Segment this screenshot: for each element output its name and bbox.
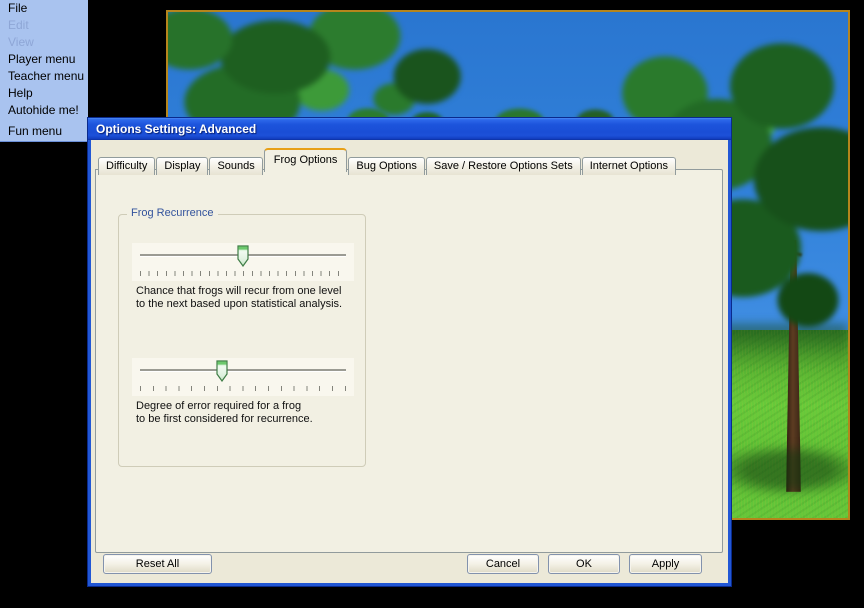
- menu-item-autohide[interactable]: Autohide me!: [0, 102, 88, 119]
- options-dialog: Options Settings: Advanced Difficulty Dis…: [88, 118, 731, 586]
- menu-item-teacher-menu[interactable]: Teacher menu: [0, 68, 88, 85]
- slider-thumb-icon: [216, 360, 228, 383]
- recurrence-chance-slider: [132, 243, 354, 281]
- frog-options-page: Frog Recurrence Chance that frogs will r…: [95, 169, 723, 553]
- slider-track-area[interactable]: [140, 243, 346, 281]
- tab-difficulty[interactable]: Difficulty: [98, 157, 156, 175]
- slider-ticks: [140, 386, 346, 391]
- menu-item-file[interactable]: File: [0, 0, 88, 17]
- slider-track[interactable]: [140, 369, 346, 372]
- reset-all-button[interactable]: Reset All: [103, 554, 212, 574]
- recurrence-error-description: Degree of error required for a frog to b…: [136, 400, 313, 425]
- menu-item-player-menu[interactable]: Player menu: [0, 51, 88, 68]
- recurrence-error-slider: [132, 358, 354, 396]
- apply-button[interactable]: Apply: [629, 554, 702, 574]
- ok-button[interactable]: OK: [548, 554, 620, 574]
- tab-display[interactable]: Display: [156, 157, 209, 175]
- slider-thumb[interactable]: [237, 245, 249, 268]
- menu-panel: File Edit View Player menu Teacher menu …: [0, 0, 88, 142]
- menu-item-fun-menu[interactable]: Fun menu: [0, 123, 88, 140]
- menu-item-help[interactable]: Help: [0, 85, 88, 102]
- cancel-button[interactable]: Cancel: [467, 554, 539, 574]
- menu-item-edit: Edit: [8, 18, 29, 32]
- group-title: Frog Recurrence: [127, 207, 218, 219]
- recurrence-chance-description: Chance that frogs will recur from one le…: [136, 285, 343, 310]
- tab-bug-options[interactable]: Bug Options: [348, 157, 425, 175]
- tab-sounds[interactable]: Sounds: [209, 157, 263, 175]
- dialog-title: Options Settings: Advanced: [96, 122, 257, 136]
- tab-strip: Difficulty Display Sounds Frog Options Bug O…: [98, 148, 677, 175]
- tab-frog-options[interactable]: Frog Options: [263, 148, 348, 172]
- tab-internet-options[interactable]: Internet Options: [581, 157, 676, 175]
- slider-thumb-icon: [237, 245, 249, 268]
- slider-thumb[interactable]: [216, 360, 228, 383]
- slider-ticks: [140, 271, 346, 276]
- menu-item-view: View: [8, 35, 34, 49]
- dialog-titlebar[interactable]: Options Settings: Advanced: [88, 118, 731, 140]
- frog-recurrence-group: Frog Recurrence Chance that frogs will r…: [118, 207, 366, 467]
- slider-track-area[interactable]: [140, 358, 346, 396]
- tab-save-restore[interactable]: Save / Restore Options Sets: [425, 157, 581, 175]
- tree-shadow: [713, 444, 848, 496]
